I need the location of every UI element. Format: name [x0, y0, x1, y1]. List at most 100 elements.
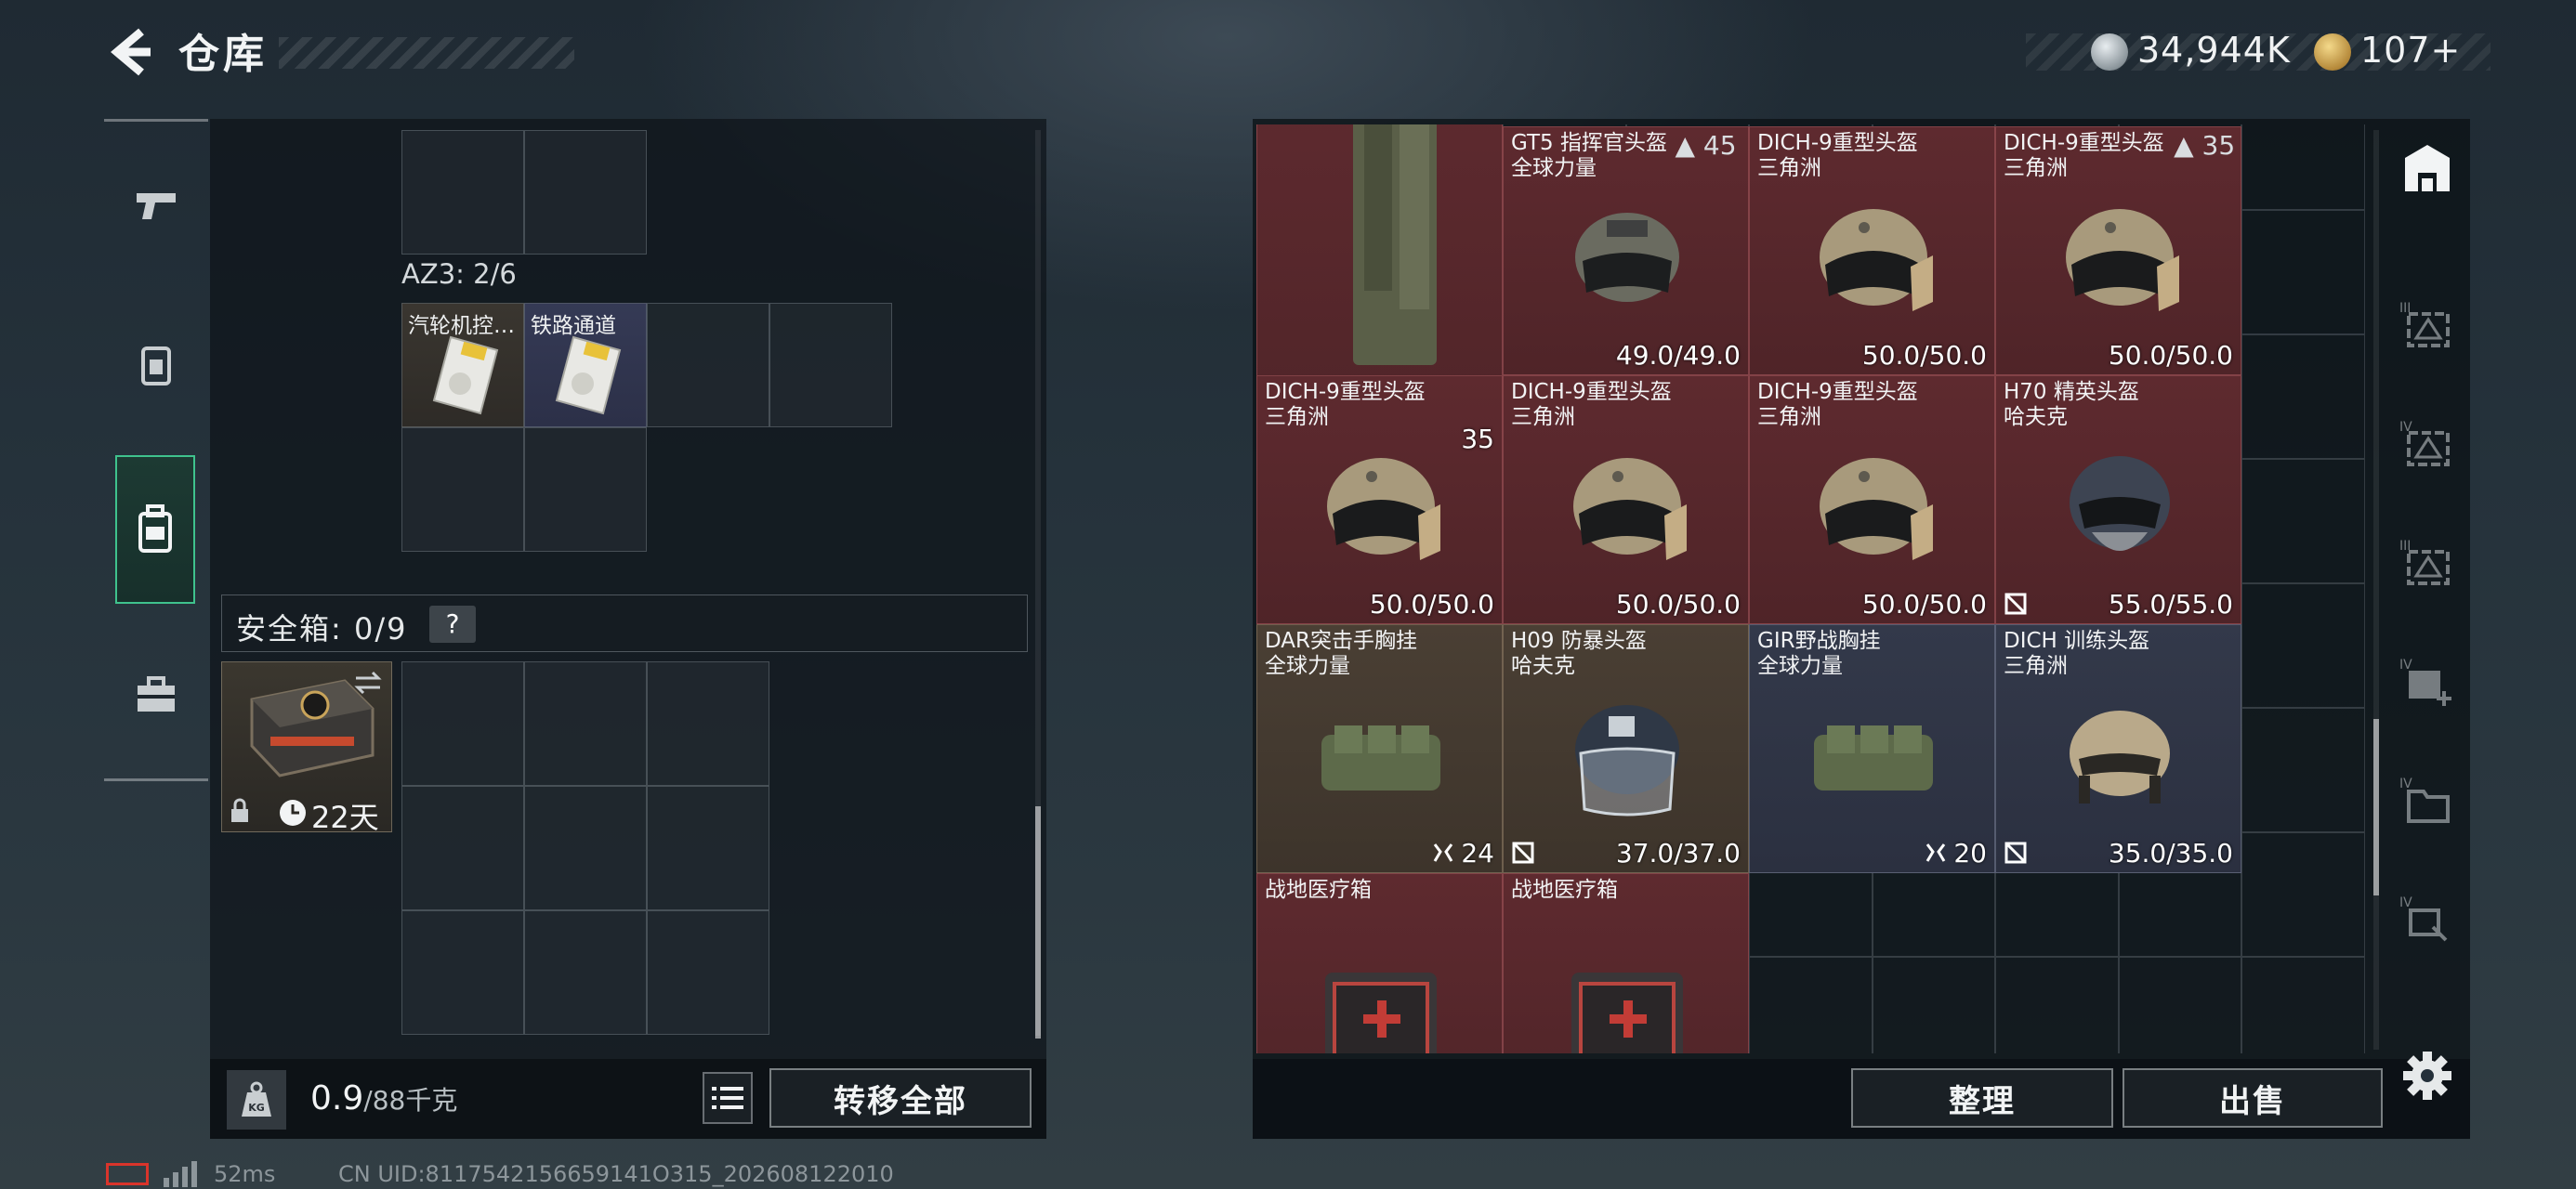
grid-cell[interactable] — [647, 786, 769, 910]
grid-cell[interactable] — [524, 786, 647, 910]
tab-storage[interactable] — [2390, 132, 2464, 206]
grid-cell[interactable] — [1872, 957, 1995, 1053]
stash-item-helmet-dich[interactable]: DICH-9重型头盔 三角洲 50.0/50.0 — [1503, 375, 1749, 625]
stash-item-helmet-h70[interactable]: H70 精英头盔 哈夫克 55.0/55.0 — [1995, 375, 2241, 625]
grid-cell[interactable] — [2241, 459, 2365, 583]
help-button[interactable]: ? — [429, 606, 476, 643]
stash-scrollbar-track[interactable] — [2373, 130, 2379, 1050]
stash-item-helmet-dich[interactable]: DICH-9重型头盔 三角洲 50.0/50.0 — [1995, 126, 2241, 376]
stash-item-helmet-dich[interactable]: DICH-9重型头盔 三角洲 50.0/50.0 — [1749, 126, 1995, 376]
grid-cell[interactable] — [524, 427, 647, 552]
item-name: GIR野战胸挂 全球力量 — [1757, 629, 1881, 679]
grid-cell[interactable] — [2241, 957, 2365, 1053]
helmet-h70-icon — [2069, 456, 2170, 552]
safe-days-left: 22天 — [311, 800, 379, 835]
silver-coin-icon — [2091, 33, 2128, 71]
page-title: 仓库 — [178, 31, 268, 78]
container-tabs: III IV III IV IV IV — [2390, 130, 2464, 1040]
svg-text:KG: KG — [248, 1102, 265, 1114]
container-grid-top — [401, 130, 647, 255]
item-name: DICH-9重型头盔 三角洲 — [1757, 131, 1918, 181]
safe-box-item[interactable]: 22天 — [221, 661, 392, 835]
stash-item-helmet-gt5[interactable]: GT5 指挥官头盔 全球力量 49.0/49.0 — [1503, 126, 1749, 376]
grid-cell[interactable] — [2241, 334, 2365, 459]
az3-grid-row1: 汽轮机控… 铁路通道 — [401, 303, 892, 427]
ping-text: 52ms — [214, 1161, 276, 1187]
grid-cell[interactable] — [401, 130, 524, 255]
grid-cell[interactable] — [647, 661, 769, 786]
grid-cell[interactable] — [524, 130, 647, 255]
grid-cell[interactable] — [401, 910, 524, 1035]
sort-button[interactable]: 整理 — [1851, 1068, 2113, 1128]
grid-cell[interactable] — [2241, 832, 2365, 957]
safe-box-grid — [401, 661, 769, 1035]
grid-cell[interactable] — [2241, 708, 2365, 832]
transfer-all-button[interactable]: 转移全部 — [769, 1068, 1032, 1128]
helmet-dich-icon — [1819, 458, 1933, 561]
item-name: DICH-9重型头盔 三角洲 — [1757, 380, 1918, 430]
nav-armor[interactable] — [115, 325, 197, 407]
stash-item-medkit[interactable]: 战地医疗箱 — [1256, 873, 1503, 1053]
stash-item-helmet-train[interactable]: DICH 训练头盔 三角洲 35.0/35.0 — [1995, 624, 2241, 874]
tab-case-iii-b[interactable]: III — [2390, 526, 2464, 600]
capacity-icon — [1433, 843, 1453, 862]
grid-cell[interactable] — [524, 910, 647, 1035]
back-arrow-icon[interactable] — [104, 26, 156, 78]
grid-cell[interactable] — [1995, 957, 2119, 1053]
item-value: 35 — [1461, 424, 1494, 454]
grid-cell[interactable] — [647, 303, 769, 427]
tab-case-add-iv[interactable]: IV — [2390, 645, 2464, 719]
item-railway-tunnel[interactable]: 铁路通道 — [524, 303, 647, 427]
grid-cell[interactable] — [2241, 210, 2365, 334]
nav-weapons[interactable] — [115, 165, 197, 247]
grid-cell[interactable] — [769, 303, 892, 427]
svg-text:IV: IV — [2399, 658, 2412, 673]
stash-grid: ▲ 45 ▲ 35 35 GT5 指挥官头盔 全球力量 49.0/49.0 DICH-9重型… — [1256, 124, 2370, 1053]
list-icon — [712, 1087, 743, 1109]
stash-item-helmet-dich[interactable]: DICH-9重型头盔 三角洲 50.0/50.0 — [1749, 375, 1995, 625]
tab-case-iv[interactable]: IV — [2390, 407, 2464, 481]
case-icon: IV — [2399, 420, 2450, 466]
item-name: 汽轮机控… — [408, 314, 515, 338]
stash-item-rig[interactable]: GIR野战胸挂 全球力量 20 — [1749, 624, 1995, 874]
item-turbine-control[interactable]: 汽轮机控… — [401, 303, 524, 427]
grid-cell[interactable] — [2241, 583, 2365, 708]
safe-box-label: 安全箱: 0/9 — [236, 611, 408, 647]
item-name: H09 防暴头盔 哈夫克 — [1511, 629, 1647, 679]
stash-item-helmet-h09[interactable]: H09 防暴头盔 哈夫克 37.0/37.0 — [1503, 624, 1749, 874]
nav-backpack[interactable] — [115, 455, 195, 604]
signal-icon — [164, 1161, 197, 1187]
list-view-button[interactable] — [703, 1072, 753, 1124]
settings-button[interactable] — [2401, 1050, 2457, 1105]
grid-cell[interactable] — [647, 910, 769, 1035]
grid-cell[interactable] — [1749, 957, 1873, 1053]
item-value: 50.0/50.0 — [1369, 589, 1494, 621]
clock-icon — [280, 800, 306, 826]
grid-cell[interactable] — [401, 786, 524, 910]
grid-cell[interactable] — [401, 427, 524, 552]
tab-key-iv[interactable]: IV — [2390, 882, 2464, 957]
stash-item-rig[interactable]: DAR突击手胸挂 全球力量 24 — [1256, 624, 1503, 874]
item-value: 37.0/37.0 — [1615, 838, 1741, 869]
item-name: 战地医疗箱 — [1511, 878, 1618, 903]
item-name: DICH-9重型头盔 三角洲 — [1265, 380, 1426, 430]
grid-cell[interactable] — [2241, 124, 2365, 210]
left-scrollbar-thumb[interactable] — [1035, 806, 1041, 1039]
item-name: 铁路通道 — [531, 314, 616, 338]
grid-cell[interactable] — [401, 661, 524, 786]
sell-button[interactable]: 出售 — [2123, 1068, 2383, 1128]
partial-item-count: ▲ 45 — [1675, 130, 1737, 161]
gold-amount[interactable]: 107+ — [2360, 30, 2461, 71]
stash-scrollbar-thumb[interactable] — [2373, 719, 2379, 895]
silver-amount: 34,944K — [2137, 30, 2291, 71]
stash-item-helmet-dich[interactable]: DICH-9重型头盔 三角洲 50.0/50.0 — [1256, 375, 1503, 625]
nav-toolbox[interactable] — [115, 654, 197, 736]
tab-case-iii[interactable]: III — [2390, 288, 2464, 362]
grid-cell[interactable] — [2118, 957, 2241, 1053]
item-name: H70 精英头盔 哈夫克 — [2004, 380, 2139, 430]
item-name: 战地医疗箱 — [1265, 878, 1372, 903]
item-name: GT5 指挥官头盔 全球力量 — [1511, 131, 1667, 181]
tab-folder-iv[interactable]: IV — [2390, 764, 2464, 838]
grid-cell[interactable] — [524, 661, 647, 786]
stash-item-medkit[interactable]: 战地医疗箱 — [1503, 873, 1749, 1053]
